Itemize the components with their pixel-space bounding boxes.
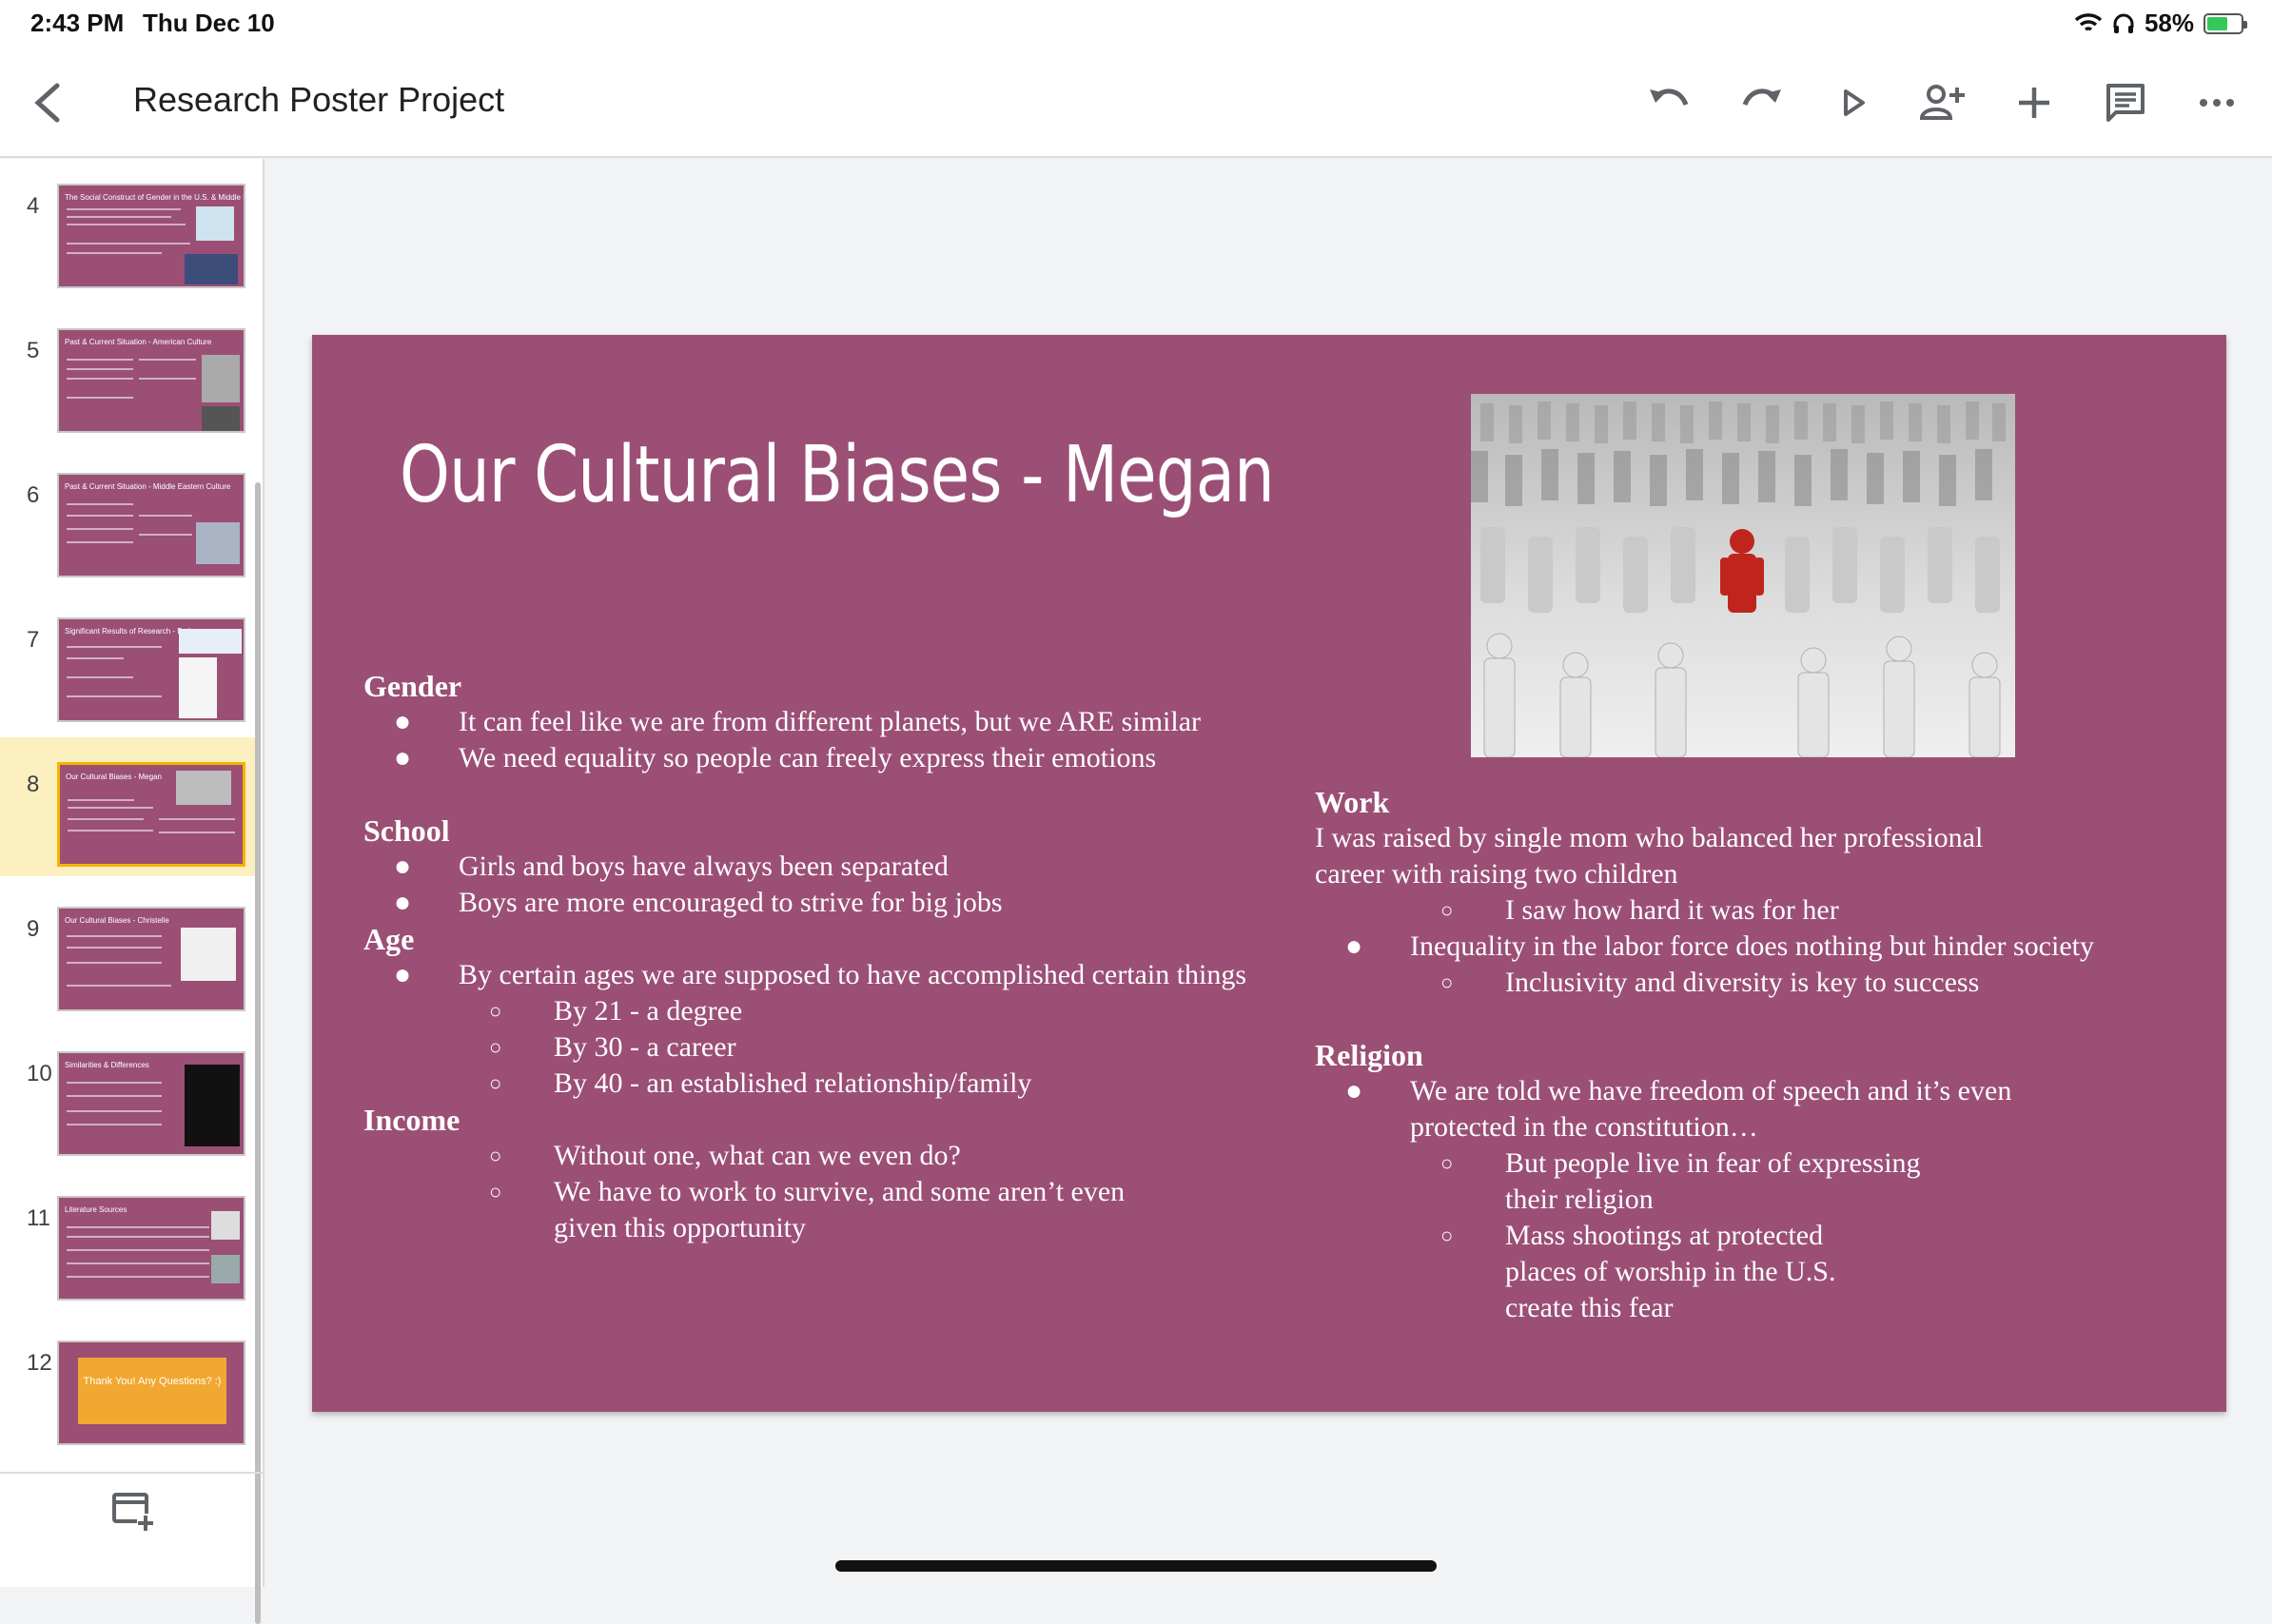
undo-button[interactable]: [1640, 74, 1697, 131]
sub-bullet-item: ○ Mass shootings at protected places of w…: [1440, 1220, 1836, 1323]
slide-thumbnail-panel[interactable]: 4 The Social Construct of Gender in the …: [0, 159, 264, 1624]
status-right: 58%: [2074, 9, 2247, 38]
slide-preview-title: Significant Results of Research - Beth: [65, 627, 193, 636]
comment-icon: [2106, 84, 2145, 122]
slide-thumbnail-12[interactable]: 12 Thank You! Any Questions? :): [0, 1316, 257, 1455]
bullet-item: ● We need equality so people can freely e…: [394, 742, 1157, 773]
back-button[interactable]: [25, 76, 70, 129]
slide-preview: Past & Current Situation - American Cult…: [57, 328, 245, 433]
slide-number: 12: [27, 1350, 52, 1376]
comments-button[interactable]: [2097, 74, 2154, 131]
slide-thumbnail-5[interactable]: 5 Past & Current Situation - American Cu…: [0, 303, 257, 442]
sidebar-divider: [0, 1472, 263, 1474]
slide-title[interactable]: Our Cultural Biases - Megan: [400, 430, 1275, 520]
share-button[interactable]: [1914, 74, 1971, 131]
sub-bullet-item: ○ I saw how hard it was for her: [1440, 894, 1839, 926]
bullet-item: ● Girls and boys have always been separat…: [394, 851, 949, 882]
new-slide-button[interactable]: [110, 1489, 156, 1535]
thumbnail-scrollbar[interactable]: [255, 482, 261, 1624]
status-date: Thu Dec 10: [143, 9, 275, 37]
slide-preview-title: Our Cultural Biases - Christelle: [65, 916, 169, 925]
sub-bullet-item: ○ Without one, what can we even do?: [489, 1140, 961, 1171]
slide-number: 6: [27, 482, 40, 508]
slide-number: 5: [27, 338, 40, 363]
age-heading: Age: [363, 922, 415, 956]
slide-preview: Our Cultural Biases - Megan: [57, 762, 245, 867]
undo-icon: [1650, 88, 1689, 107]
slide-preview-title: Our Cultural Biases - Megan: [66, 773, 162, 781]
slide-preview-title: Past & Current Situation - American Cult…: [65, 338, 212, 346]
current-slide[interactable]: Our Cultural Biases - Megan Gender ● It …: [312, 335, 2226, 1412]
redo-button[interactable]: [1733, 74, 1791, 131]
slide-number: 7: [27, 627, 40, 653]
slide-number: 8: [27, 772, 40, 797]
school-heading: School: [363, 813, 450, 848]
slide-image[interactable]: [1471, 394, 2015, 757]
slide-thumbnail-10[interactable]: 10 Similarities & Differences: [0, 1027, 257, 1165]
work-text: I was raised by single mom who balanced …: [1315, 822, 1984, 890]
crowd-figures-picture: [1471, 401, 2006, 757]
slide-thumbnail-4[interactable]: 4 The Social Construct of Gender in the …: [0, 159, 257, 298]
slide-thumbnail-11[interactable]: 11 Literature Sources: [0, 1171, 257, 1310]
slide-preview: The Social Construct of Gender in the U.…: [57, 184, 245, 288]
slide-number: 11: [27, 1205, 50, 1231]
add-icon: [2019, 88, 2049, 118]
battery-icon: [2203, 12, 2247, 34]
religion-heading: Religion: [1315, 1038, 1423, 1072]
left-text-block[interactable]: Gender ● It can feel like we are from dif…: [363, 668, 1315, 1246]
slide-preview: Past & Current Situation - Middle Easter…: [57, 473, 245, 577]
slide-thumbnail-7[interactable]: 7 Significant Results of Research - Beth: [0, 593, 257, 732]
sub-bullet-item: ○ Inclusivity and diversity is key to suc…: [1440, 967, 1980, 998]
more-icon: [2200, 99, 2234, 107]
slide-preview-title: Literature Sources: [65, 1205, 127, 1214]
slide-preview: Thank You! Any Questions? :): [57, 1340, 245, 1445]
bullet-item: ● It can feel like we are from different …: [394, 706, 1201, 737]
status-bar: 2:43 PM Thu Dec 10 58%: [0, 0, 2272, 48]
slide-preview-title: The Social Construct of Gender in the U.…: [65, 193, 245, 202]
slide-number: 9: [27, 916, 40, 942]
slide-preview-title: Thank You! Any Questions? :): [78, 1358, 226, 1424]
gender-heading: Gender: [363, 669, 462, 703]
redo-icon: [1742, 88, 1781, 107]
present-icon: [1844, 89, 1865, 116]
back-icon: [34, 83, 60, 123]
slide-preview-title: Past & Current Situation - Middle Easter…: [65, 482, 231, 491]
present-button[interactable]: [1825, 74, 1882, 131]
sub-bullet-item: ○ We have to work to survive, and some ar…: [489, 1176, 1126, 1243]
bullet-item: ● Inequality in the labor force does noth…: [1345, 930, 2094, 962]
home-indicator[interactable]: [835, 1560, 1437, 1572]
slide-preview: Our Cultural Biases - Christelle: [57, 907, 245, 1011]
sub-bullet-item: ○ By 30 - a career: [489, 1031, 736, 1063]
sub-bullet-item: ○ By 21 - a degree: [489, 995, 743, 1027]
slide-preview: Literature Sources: [57, 1196, 245, 1301]
sub-bullet-item: ○ By 40 - an established relationship/fam…: [489, 1067, 1032, 1099]
slide-thumbnail-6[interactable]: 6 Past & Current Situation - Middle East…: [0, 448, 257, 587]
bullet-item: ● We are told we have freedom of speech a…: [1345, 1075, 2012, 1143]
insert-button[interactable]: [2006, 74, 2063, 131]
wifi-icon: [2074, 12, 2103, 31]
bullet-item: ● Boys are more encouraged to strive for …: [394, 887, 1003, 918]
slide-preview-title: Similarities & Differences: [65, 1061, 149, 1069]
slide-thumbnail-9[interactable]: 9 Our Cultural Biases - Christelle: [0, 882, 257, 1021]
bullet-item: ● By certain ages we are supposed to have…: [394, 959, 1247, 990]
slide-preview: Significant Results of Research - Beth: [57, 617, 245, 722]
add-person-icon: [1919, 85, 1965, 120]
sub-bullet-item: ○ But people live in fear of expressing t…: [1440, 1147, 1921, 1215]
income-heading: Income: [363, 1103, 460, 1137]
right-text-block[interactable]: Work I was raised by single mom who bala…: [1315, 784, 2105, 1326]
slide-number: 4: [27, 193, 40, 219]
status-time: 2:43 PM: [30, 9, 125, 37]
document-title[interactable]: Research Poster Project: [133, 80, 504, 120]
work-heading: Work: [1315, 785, 1390, 819]
slide-thumbnail-8[interactable]: 8 Our Cultural Biases - Megan: [0, 737, 257, 876]
toolbar: Research Poster Project: [0, 48, 2272, 158]
battery-percent: 58%: [2144, 9, 2194, 37]
headphones-icon: [2113, 13, 2134, 33]
more-options-button[interactable]: [2188, 74, 2245, 131]
slide-preview: Similarities & Differences: [57, 1051, 245, 1156]
add-slide-icon: [112, 1493, 154, 1531]
slide-number: 10: [27, 1061, 52, 1086]
